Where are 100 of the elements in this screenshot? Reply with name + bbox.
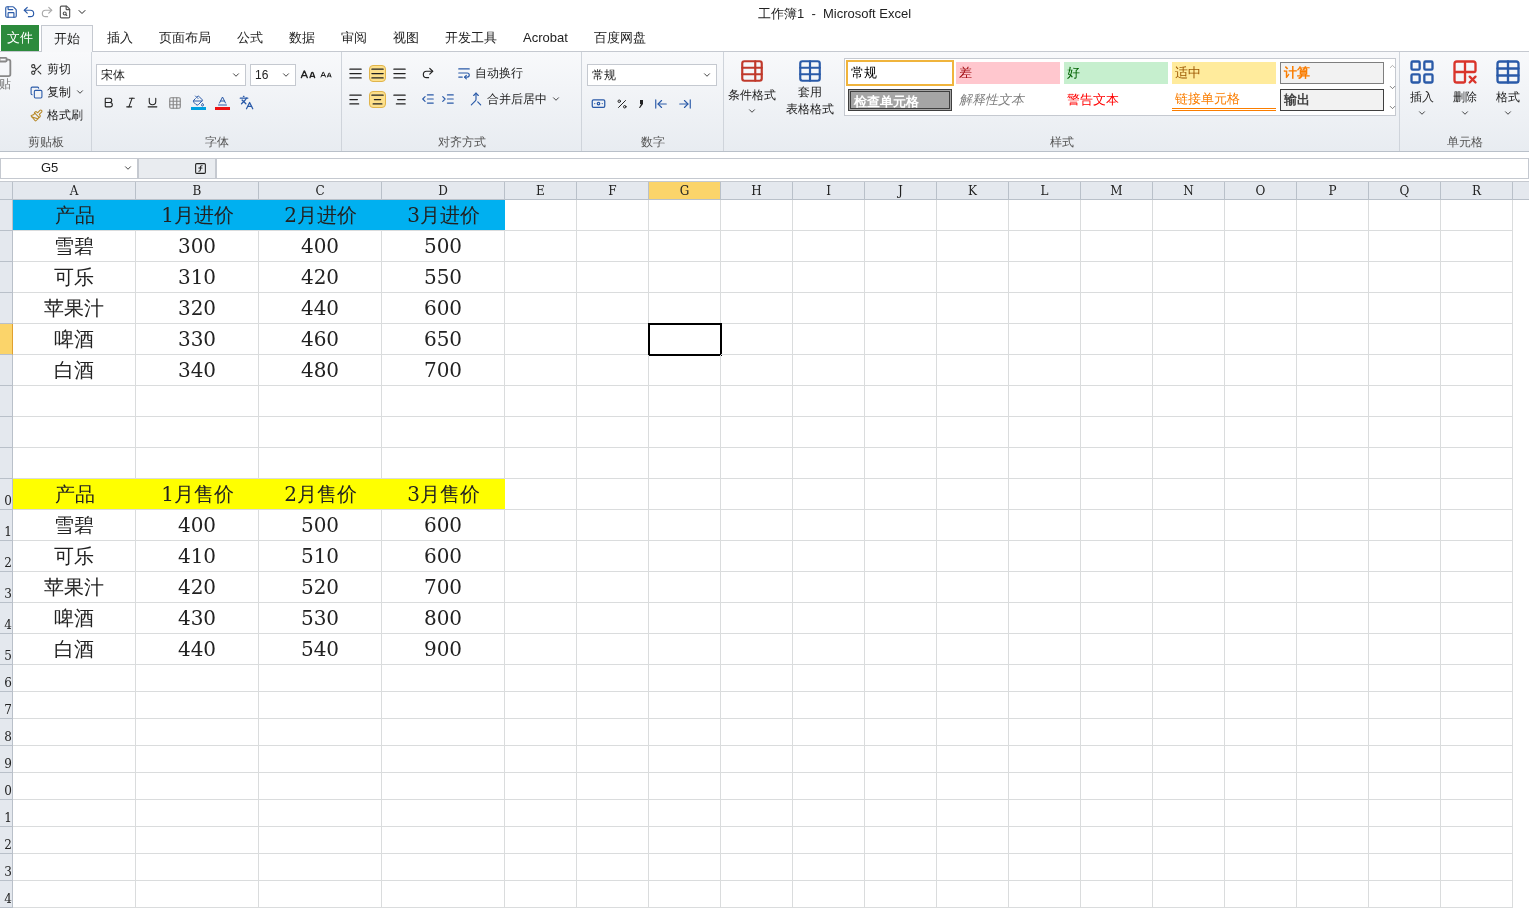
more-icon[interactable] [1388,103,1397,112]
table-format-button[interactable]: 套用 表格格式 [780,58,840,133]
column-header[interactable]: K [937,182,1009,199]
decrease-indent-icon[interactable] [421,92,435,106]
wrap-text-button[interactable]: 自动换行 [457,64,523,82]
copy-button[interactable]: 复制 [30,83,85,101]
comma-icon[interactable] [638,98,644,109]
row-header[interactable]: 0 [0,479,13,510]
row-header[interactable]: 1 [0,800,13,827]
decrease-decimal-icon[interactable] [678,96,692,111]
row-header[interactable]: 5 [0,634,13,665]
bold-icon[interactable] [102,96,115,109]
align-center-icon[interactable] [369,90,386,108]
print-preview-icon[interactable] [58,5,72,19]
paste-label[interactable]: 贴 [0,78,11,90]
font-name-field[interactable]: 宋体 [96,64,246,86]
font-color-icon[interactable] [215,95,230,110]
delete-button[interactable]: 删除 [1450,58,1479,133]
font-size-field[interactable]: 16 [250,64,296,86]
column-header[interactable]: J [865,182,937,199]
increase-indent-icon[interactable] [441,92,455,106]
ribbon-tab[interactable]: 百度网盘 [581,25,658,51]
column-header[interactable]: O [1225,182,1297,199]
column-header[interactable]: E [505,182,577,199]
shrink-font-icon[interactable] [320,69,332,81]
ribbon-tab[interactable]: 公式 [225,25,275,51]
row-header[interactable]: 8 [0,719,13,746]
number-format-field[interactable]: 常规 [587,64,717,86]
orientation-icon[interactable] [421,66,435,80]
increase-decimal-icon[interactable] [654,96,668,111]
cell-style[interactable]: 常规 [848,62,952,84]
align-top-icon[interactable] [348,65,363,81]
ribbon-tab[interactable]: 开始 [41,25,93,52]
column-header[interactable]: Q [1369,182,1441,199]
cell-style[interactable]: 好 [1064,62,1168,84]
underline-icon[interactable] [146,96,159,109]
row-header[interactable]: 0 [0,773,13,800]
table-cell [1153,355,1225,386]
ribbon-tab[interactable]: Acrobat [511,25,580,51]
row-header[interactable]: 2 [0,541,13,572]
merge-center-button[interactable]: 合并后居中 [469,90,561,108]
row-header[interactable]: 4 [0,603,13,634]
ribbon-tab[interactable]: 数据 [277,25,327,51]
row-header[interactable]: 1 [0,510,13,541]
align-left-icon[interactable] [348,91,363,107]
percent-icon[interactable] [616,97,628,110]
align-right-icon[interactable] [392,91,407,107]
ribbon-tab[interactable]: 视图 [381,25,431,51]
row-header[interactable]: 3 [0,854,13,881]
file-tab[interactable]: 文件 [1,25,39,51]
cell-style[interactable]: 输出 [1280,89,1384,111]
function-icon[interactable] [194,161,207,175]
align-middle-icon[interactable] [369,64,386,82]
formula-field[interactable] [216,157,1529,179]
cell-style[interactable]: 差 [956,62,1060,84]
save-icon[interactable] [4,5,18,19]
ribbon-tab[interactable]: 审阅 [329,25,379,51]
row-header[interactable]: 9 [0,746,13,773]
column-header[interactable]: P [1297,182,1369,199]
column-header[interactable]: L [1009,182,1081,199]
format-button[interactable]: 格式 [1493,58,1522,133]
column-header[interactable]: R [1441,182,1513,199]
currency-icon[interactable] [591,96,606,111]
format-painter-button[interactable]: 格式刷 [30,106,85,124]
column-header[interactable]: C [259,182,382,199]
grid-icon [1407,58,1436,86]
name-box[interactable]: G5 [0,157,138,179]
undo-icon[interactable] [22,5,36,19]
column-header[interactable]: M [1081,182,1153,199]
table-cell: 300 [136,231,259,262]
table-cell [649,773,721,800]
phonetic-icon[interactable] [239,95,254,110]
fill-color-icon[interactable] [191,95,206,110]
column-header[interactable]: D [382,182,505,199]
cut-button[interactable]: 剪切 [30,60,85,78]
ribbon-tab[interactable]: 开发工具 [433,25,509,51]
column-header[interactable]: B [136,182,259,199]
ribbon-tab[interactable]: 页面布局 [147,25,223,51]
table-cell [505,231,577,262]
ribbon-tab[interactable]: 插入 [95,25,145,51]
paste-icon[interactable] [0,56,14,78]
row-header[interactable]: 3 [0,572,13,603]
italic-icon[interactable] [124,96,137,109]
borders-icon[interactable] [168,95,182,110]
column-header[interactable]: A [13,182,136,199]
column-header[interactable]: N [1153,182,1225,199]
table-cell [937,262,1009,293]
cell-style[interactable]: 适中 [1172,62,1276,84]
row-header[interactable]: 7 [0,692,13,719]
insert-button[interactable]: 插入 [1407,58,1436,133]
table-cell [1369,746,1441,773]
align-bottom-icon[interactable] [392,65,407,81]
row-header[interactable]: 4 [0,881,13,908]
row-header[interactable]: 2 [0,827,13,854]
column-header[interactable]: H [721,182,793,199]
conditional-format-button[interactable]: 条件格式 [724,58,780,133]
table-cell [505,355,577,386]
column-header[interactable]: I [793,182,865,199]
column-header[interactable]: G [649,182,721,199]
row-header[interactable]: 6 [0,665,13,692]
